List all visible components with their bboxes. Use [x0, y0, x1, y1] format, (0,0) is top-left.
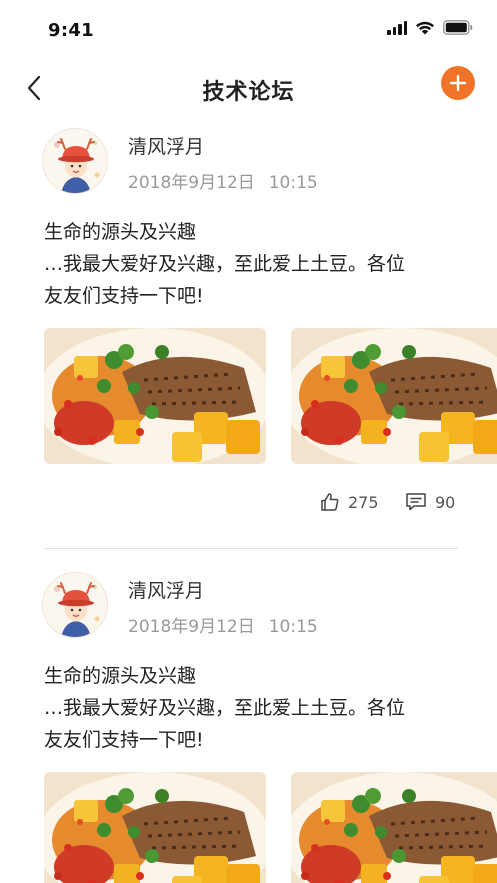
like-button[interactable]: 275 [320, 492, 379, 512]
post-content: 生命的源头及兴趣 …我最大爱好及兴趣，至此爱上土豆。各位 友友们支持一下吧! [44, 216, 464, 312]
post-image[interactable] [44, 328, 266, 464]
post-stats: 275 90 [0, 492, 497, 518]
post-content-line: 生命的源头及兴趣 [44, 221, 197, 243]
signal-icon [387, 20, 407, 35]
plus-icon [449, 74, 467, 92]
post-content-line: 友友们支持一下吧! [44, 285, 204, 307]
comment-count: 90 [435, 492, 456, 512]
post-card[interactable]: 清风浮月 2018年9月12日 10:15 生命的源头及兴趣 …我最大爱好及兴趣，… [0, 568, 497, 883]
post-image[interactable] [291, 328, 497, 464]
post-content-line: …我最大爱好及兴趣，至此爱上土豆。各位 [44, 697, 406, 719]
post-timestamp: 2018年9月12日 10:15 [128, 168, 332, 193]
comment-icon [406, 493, 426, 511]
thumbs-up-icon [321, 493, 339, 511]
page-title: 技术论坛 [202, 80, 295, 105]
author-name[interactable]: 清风浮月 [128, 132, 204, 159]
status-time: 9:41 [48, 20, 94, 41]
post-date: 2018年9月12日 [128, 173, 255, 193]
post-content-line: …我最大爱好及兴趣，至此爱上土豆。各位 [44, 253, 406, 275]
post-time: 10:15 [268, 173, 318, 193]
add-post-button[interactable] [441, 66, 475, 100]
nav-bar: 技术论坛 [0, 62, 497, 114]
wifi-icon [416, 21, 434, 35]
post-image-row [44, 772, 497, 883]
post-image[interactable] [291, 772, 497, 883]
author-name[interactable]: 清风浮月 [128, 576, 204, 603]
post-card[interactable]: 清风浮月 2018年9月12日 10:15 生命的源头及兴趣 …我最大爱好及兴趣，… [0, 124, 497, 549]
post-image-row [44, 328, 497, 464]
status-bar: 9:41 [0, 0, 497, 62]
avatar[interactable] [42, 572, 108, 638]
comment-button[interactable]: 90 [405, 492, 455, 512]
post-content: 生命的源头及兴趣 …我最大爱好及兴趣，至此爱上土豆。各位 友友们支持一下吧! [44, 660, 464, 756]
post-content-line: 友友们支持一下吧! [44, 729, 204, 751]
status-icons [387, 20, 473, 35]
battery-icon [443, 20, 473, 35]
avatar[interactable] [42, 128, 108, 194]
post-content-line: 生命的源头及兴趣 [44, 665, 197, 687]
post-date: 2018年9月12日 [128, 617, 255, 637]
post-time: 10:15 [268, 617, 318, 637]
post-image[interactable] [44, 772, 266, 883]
post-divider [44, 548, 458, 549]
post-timestamp: 2018年9月12日 10:15 [128, 612, 332, 637]
like-count: 275 [348, 492, 379, 512]
